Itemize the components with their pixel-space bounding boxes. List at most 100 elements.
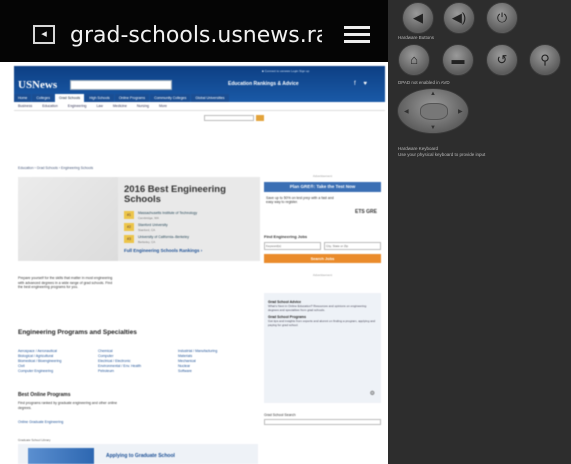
grad-search-label: Grad School Search xyxy=(264,413,296,417)
subnav-nursing[interactable]: Nursing xyxy=(137,104,149,108)
url-text[interactable]: grad-schools.usnews.rank xyxy=(70,21,322,51)
rank-item[interactable]: #2 Stanford University Stanford, CA xyxy=(124,222,254,234)
search-jobs-button[interactable]: Search Jobs xyxy=(264,254,381,263)
subnav-law[interactable]: Law xyxy=(96,104,102,108)
hero-image xyxy=(18,177,118,261)
keyword-field[interactable]: Keyword(s) xyxy=(264,242,321,250)
back-icon[interactable]: ↺ xyxy=(486,44,518,76)
rank-item[interactable]: #3 University of California--Berkeley Be… xyxy=(124,234,254,246)
hamburger-menu-icon[interactable] xyxy=(344,26,370,44)
program-link[interactable]: Civil xyxy=(18,364,98,368)
rankings-hero: 2016 Best Engineering Schools #1 Massach… xyxy=(18,177,260,261)
rank-badge: #1 xyxy=(124,211,134,219)
online-programs-text: Find programs ranked by graduate enginee… xyxy=(18,401,118,410)
full-rankings-link[interactable]: Full Engineering Schools Rankings › xyxy=(124,248,202,253)
library-title[interactable]: Applying to Graduate School xyxy=(106,453,175,459)
rank-item[interactable]: #1 Massachusetts Institute of Technology… xyxy=(124,210,254,222)
subnav-education[interactable]: Education xyxy=(42,104,58,108)
program-link[interactable]: Computer xyxy=(98,354,178,358)
find-jobs-title: Find Engineering Jobs xyxy=(264,234,308,239)
programs-grid: Aerospace / Aeronautical Chemical Indust… xyxy=(18,349,258,373)
rank-badge: #2 xyxy=(124,223,134,231)
programs-title: Engineering Programs and Specialties xyxy=(18,329,137,336)
program-link[interactable]: Petroleum xyxy=(98,369,178,373)
program-link[interactable]: Environmental / Env. Health xyxy=(98,364,178,368)
online-programs-link[interactable]: Online Graduate Engineering xyxy=(18,420,63,424)
grad-search-input[interactable] xyxy=(264,419,381,425)
subnav-medicine[interactable]: Medicine xyxy=(113,104,127,108)
advice-text: What's Next in Online Education? Resourc… xyxy=(268,304,367,312)
program-link[interactable]: Mechanical xyxy=(178,359,258,363)
page-search-button[interactable] xyxy=(256,115,264,121)
usnews-logo[interactable]: USNews xyxy=(18,79,57,91)
subnav-more[interactable]: More xyxy=(159,104,167,108)
subnav-business[interactable]: Business xyxy=(18,104,32,108)
url-bar: ◂ grad-schools.usnews.rank xyxy=(0,0,388,62)
gre-text: Save up to 50% on test prep with a fast … xyxy=(266,196,334,204)
advice-text: Get tips and insights from experts and a… xyxy=(268,319,376,327)
tab-back-icon[interactable]: ◂ xyxy=(33,25,55,44)
gre-ad[interactable]: Plan GRE®: Take the Test Now Save up to … xyxy=(264,182,381,232)
program-link[interactable]: Aerospace / Aeronautical xyxy=(18,349,98,353)
page-search-input[interactable] xyxy=(204,115,254,121)
nav-online-programs[interactable]: Online Programs xyxy=(114,94,150,102)
library-label: Graduate School Library xyxy=(18,438,51,442)
intro-text: Prepare yourself for the skills that mat… xyxy=(18,276,113,289)
home-icon[interactable]: ⌂ xyxy=(398,44,430,76)
menu-icon[interactable]: ▬ xyxy=(442,44,474,76)
nav-colleges[interactable]: Colleges xyxy=(32,94,54,102)
header-account-links[interactable]: ■ Connect to usnews Login Sign up xyxy=(262,69,309,73)
rank-school-location: Berkeley, CA xyxy=(138,240,156,244)
header-tagline: Education Rankings & Advice xyxy=(228,81,299,87)
usnews-page: ■ Connect to usnews Login Sign up USNews… xyxy=(14,66,385,464)
dpad-center-button[interactable] xyxy=(420,103,448,120)
advice-box: Grad School Advice What's Next in Online… xyxy=(264,293,381,403)
find-jobs-fields: Keyword(s) City, State or Zip xyxy=(264,242,381,250)
location-field[interactable]: City, State or Zip xyxy=(324,242,381,250)
main-nav: Home Colleges Grad Schools High Schools … xyxy=(14,94,230,102)
program-link[interactable]: Materials xyxy=(178,354,258,358)
rank-school-name[interactable]: Stanford University xyxy=(138,223,168,227)
search-icon[interactable]: ⚲ xyxy=(529,44,561,76)
volume-down-icon[interactable]: ◀ xyxy=(402,2,434,34)
program-link[interactable]: Nuclear xyxy=(178,364,258,368)
dpad-down-icon[interactable]: ▼ xyxy=(430,125,436,131)
social-icons[interactable]: f ♥ xyxy=(354,81,370,87)
ad-label: Advertisement xyxy=(312,174,333,178)
program-link[interactable]: Software xyxy=(178,369,258,373)
power-icon[interactable]: ⏻ xyxy=(486,2,518,34)
ets-logo: ETS GRE xyxy=(355,209,377,215)
program-link[interactable]: Computer Engineering xyxy=(18,369,98,373)
dpad-control[interactable]: ▲ ▼ ◀ ▶ xyxy=(397,88,469,134)
nav-home[interactable]: Home xyxy=(14,94,32,102)
nav-global-universities[interactable]: Global Universities xyxy=(191,94,229,102)
dpad-up-icon[interactable]: ▲ xyxy=(430,91,436,97)
hero-title[interactable]: 2016 Best Engineering Schools xyxy=(124,185,254,205)
nav-community-colleges[interactable]: Community Colleges xyxy=(150,94,191,102)
emulator-control-panel: ◀ ◀) ⏻ Hardware Buttons ⌂ ▬ ↺ ⚲ DPAD not… xyxy=(388,0,571,464)
nav-grad-schools[interactable]: Grad Schools xyxy=(54,94,85,102)
nav-high-schools[interactable]: High Schools xyxy=(85,94,114,102)
dpad-left-icon[interactable]: ◀ xyxy=(404,108,409,115)
online-programs-title: Best Online Programs xyxy=(18,392,71,398)
dpad-right-icon[interactable]: ▶ xyxy=(458,108,463,115)
sub-nav: Business Education Engineering Law Medic… xyxy=(14,102,385,111)
rank-school-name[interactable]: University of California--Berkeley xyxy=(138,235,189,239)
right-sidebar: Advertisement Plan GRE®: Take the Test N… xyxy=(264,170,381,464)
volume-up-icon[interactable]: ◀) xyxy=(443,2,475,34)
gre-button[interactable]: Plan GRE®: Take the Test Now xyxy=(264,182,381,192)
program-link[interactable]: Chemical xyxy=(98,349,178,353)
program-link[interactable]: Biomedical / Bioengineering xyxy=(18,359,98,363)
program-link[interactable]: Biological / Agricultural xyxy=(18,354,98,358)
subnav-engineering[interactable]: Engineering xyxy=(68,104,87,108)
breadcrumb[interactable]: Education › Grad Schools › Engineering S… xyxy=(18,166,93,170)
browser-pane: ◂ grad-schools.usnews.rank ■ Connect to … xyxy=(0,0,388,464)
hardware-buttons-label: Hardware Buttons xyxy=(398,35,435,40)
settings-gear-icon[interactable]: ⚙ xyxy=(370,390,375,397)
library-card[interactable]: Applying to Graduate School xyxy=(18,444,258,464)
site-search-input[interactable] xyxy=(70,80,172,90)
program-link[interactable]: Industrial / Manufacturing xyxy=(178,349,258,353)
dpad-label: DPAD not enabled in AVD xyxy=(398,80,450,85)
program-link[interactable]: Electrical / Electronic xyxy=(98,359,178,363)
rank-school-name[interactable]: Massachusetts Institute of Technology xyxy=(138,211,197,215)
